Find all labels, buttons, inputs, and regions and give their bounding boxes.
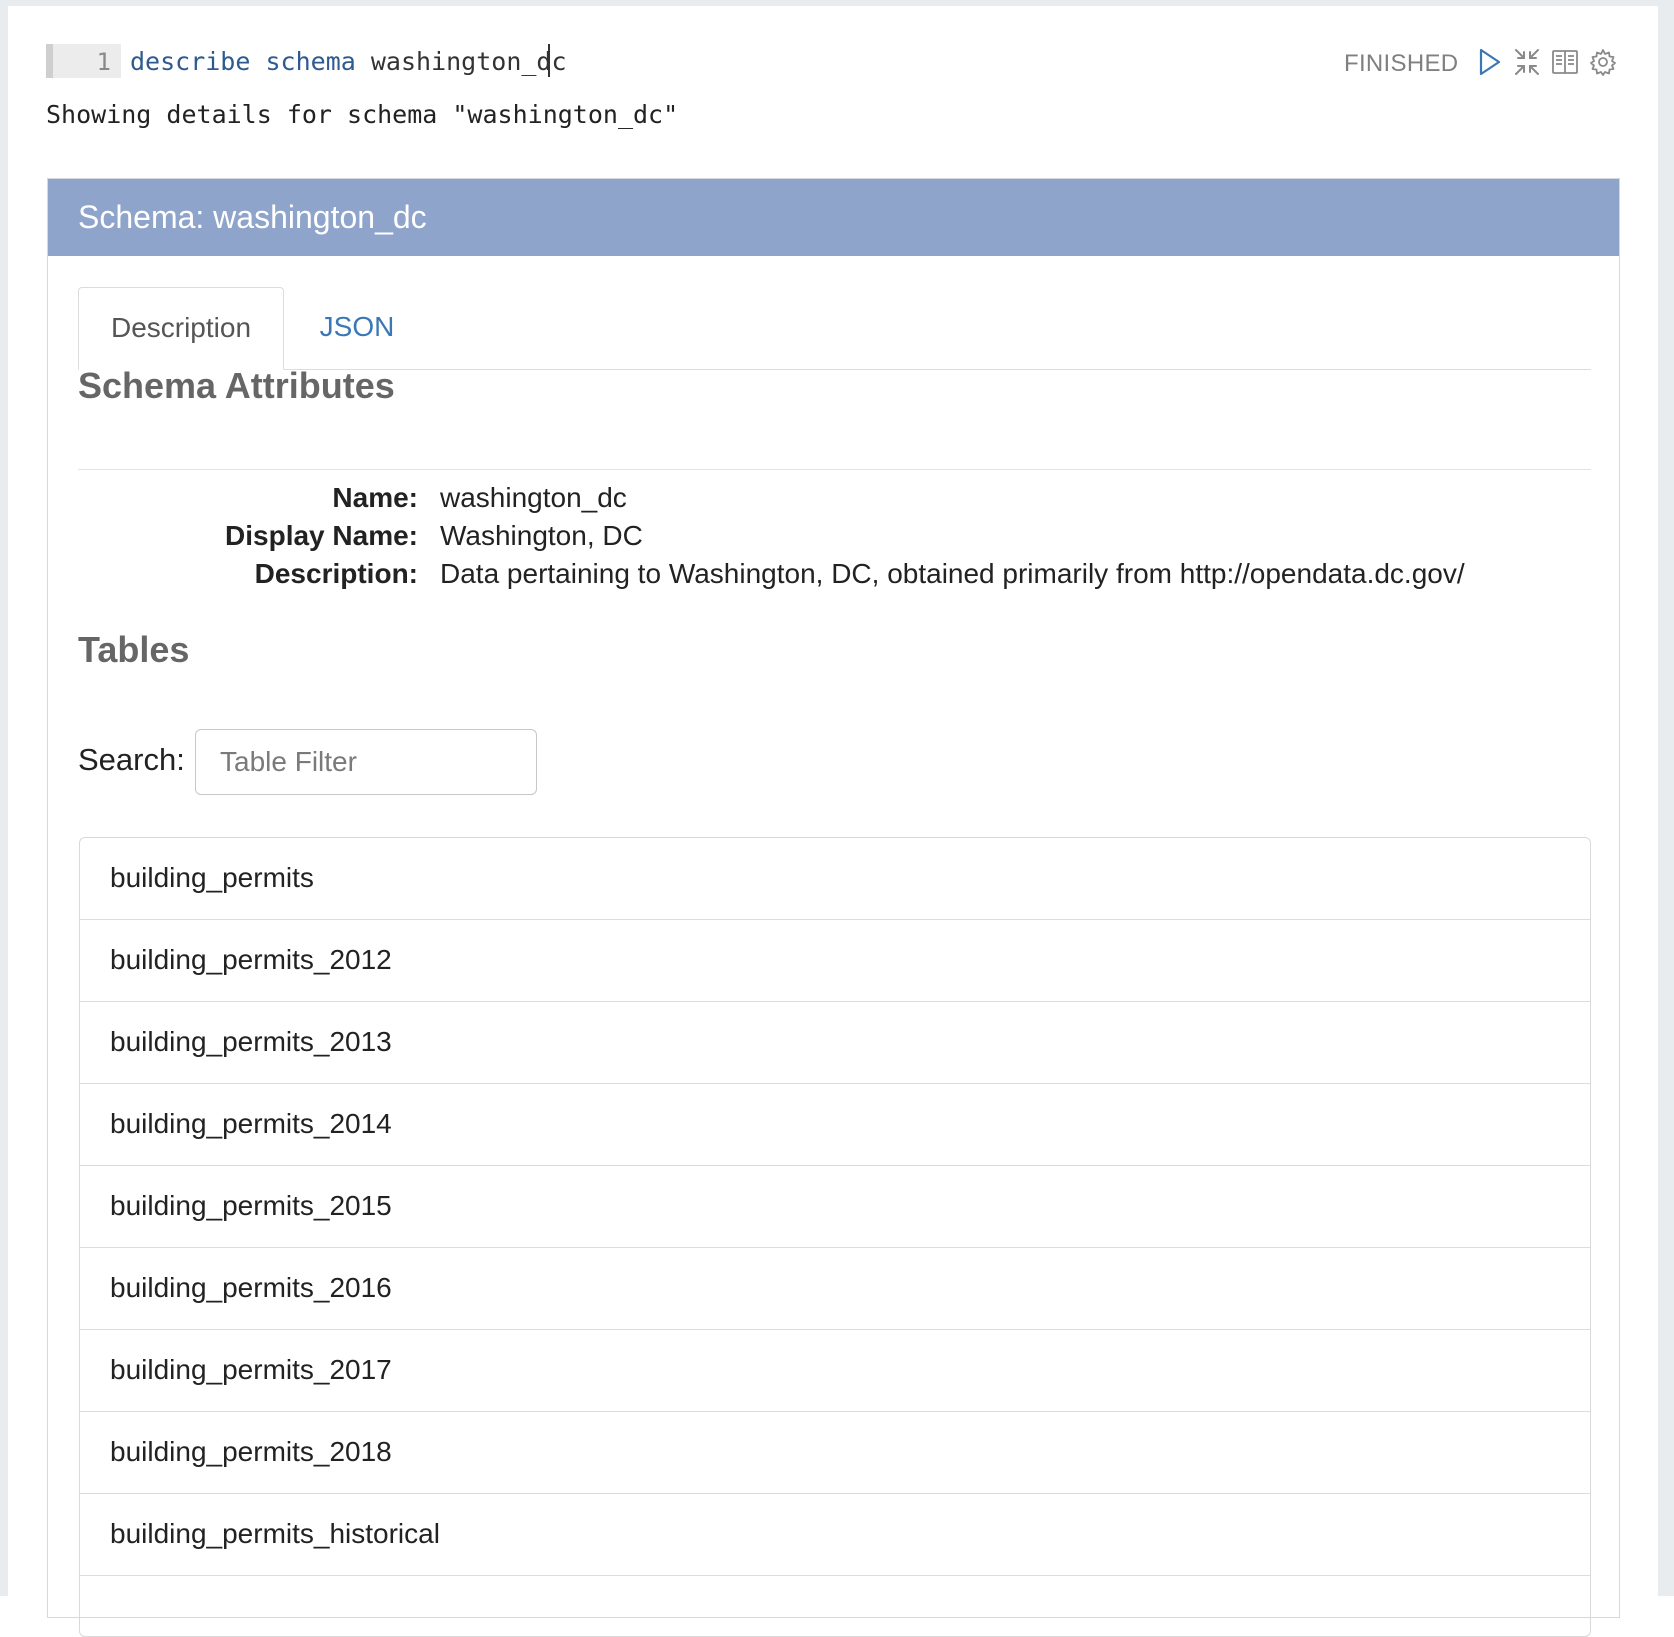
attr-label-display-name: Display Name: [225, 520, 418, 551]
window-frame-top [0, 0, 1674, 6]
attr-value-name: washington_dc [440, 482, 627, 513]
table-list-item[interactable]: building_permits_2016 [80, 1248, 1590, 1330]
table-list-item[interactable]: building_permits_2013 [80, 1002, 1590, 1084]
collapse-icon[interactable] [1512, 46, 1542, 78]
tab-description[interactable]: Description [78, 287, 284, 370]
table-name: building_permits_2013 [110, 1026, 392, 1057]
window-frame-left [0, 0, 8, 1596]
section-divider [78, 469, 1591, 470]
attr-label-name: Name: [332, 482, 418, 513]
paragraph-toolbar: FINISHED [1340, 44, 1620, 84]
table-list-item[interactable]: building_permits_historical [80, 1494, 1590, 1576]
code-argument: washington_dc [370, 47, 567, 76]
table-list-item[interactable]: building_permits_2015 [80, 1166, 1590, 1248]
table-name: building_permits_2016 [110, 1272, 392, 1303]
tab-json[interactable]: JSON [292, 287, 422, 369]
text-cursor [548, 44, 550, 77]
attr-label-description: Description: [254, 558, 418, 589]
table-name: building_permits_historical [110, 1518, 440, 1549]
table-list-item[interactable]: building_permits_2014 [80, 1084, 1590, 1166]
status-label: FINISHED [1344, 50, 1459, 77]
table-list-item[interactable]: building_permits_2012 [80, 920, 1590, 1002]
code-keyword-describe: describe [130, 47, 251, 76]
table-list-item[interactable]: building_permits [80, 838, 1590, 920]
attr-value-description: Data pertaining to Washington, DC, obtai… [440, 558, 1465, 589]
table-list-item[interactable]: building_permits_2017 [80, 1330, 1590, 1412]
panel-heading: Schema: washington_dc [48, 179, 1619, 256]
tables-list: building_permits building_permits_2012 b… [79, 837, 1591, 1637]
table-filter-input[interactable] [195, 729, 537, 795]
table-name: building_permits_2012 [110, 944, 392, 975]
book-icon[interactable] [1550, 46, 1580, 78]
table-name: building_permits_2017 [110, 1354, 392, 1385]
panel-title: Schema: washington_dc [78, 199, 427, 235]
code-keyword-schema: schema [265, 47, 356, 76]
table-name: building_permits_2014 [110, 1108, 392, 1139]
table-list-item[interactable]: building_permits_2018 [80, 1412, 1590, 1494]
table-name: building_permits_2018 [110, 1436, 392, 1467]
tables-heading: Tables [78, 629, 190, 670]
code-line[interactable]: describe schema washington_dc [130, 47, 567, 76]
table-name: building_permits [110, 862, 314, 893]
schema-panel: Schema: washington_dc Description JSON S… [47, 178, 1620, 1637]
play-icon[interactable] [1474, 46, 1504, 78]
table-name: building_permits_2015 [110, 1190, 392, 1221]
editor-gutter: 1 [46, 44, 121, 78]
code-editor[interactable]: 1 describe schema washington_dc [46, 44, 606, 78]
schema-attributes-heading: Schema Attributes [78, 365, 395, 406]
output-message: Showing details for schema "washington_d… [46, 100, 679, 129]
window-frame-right [1658, 0, 1674, 1596]
table-list-item[interactable] [80, 1576, 1590, 1636]
line-number: 1 [96, 48, 111, 76]
gear-icon[interactable] [1588, 46, 1618, 78]
search-label: Search: [78, 742, 185, 777]
attr-value-display-name: Washington, DC [440, 520, 643, 551]
